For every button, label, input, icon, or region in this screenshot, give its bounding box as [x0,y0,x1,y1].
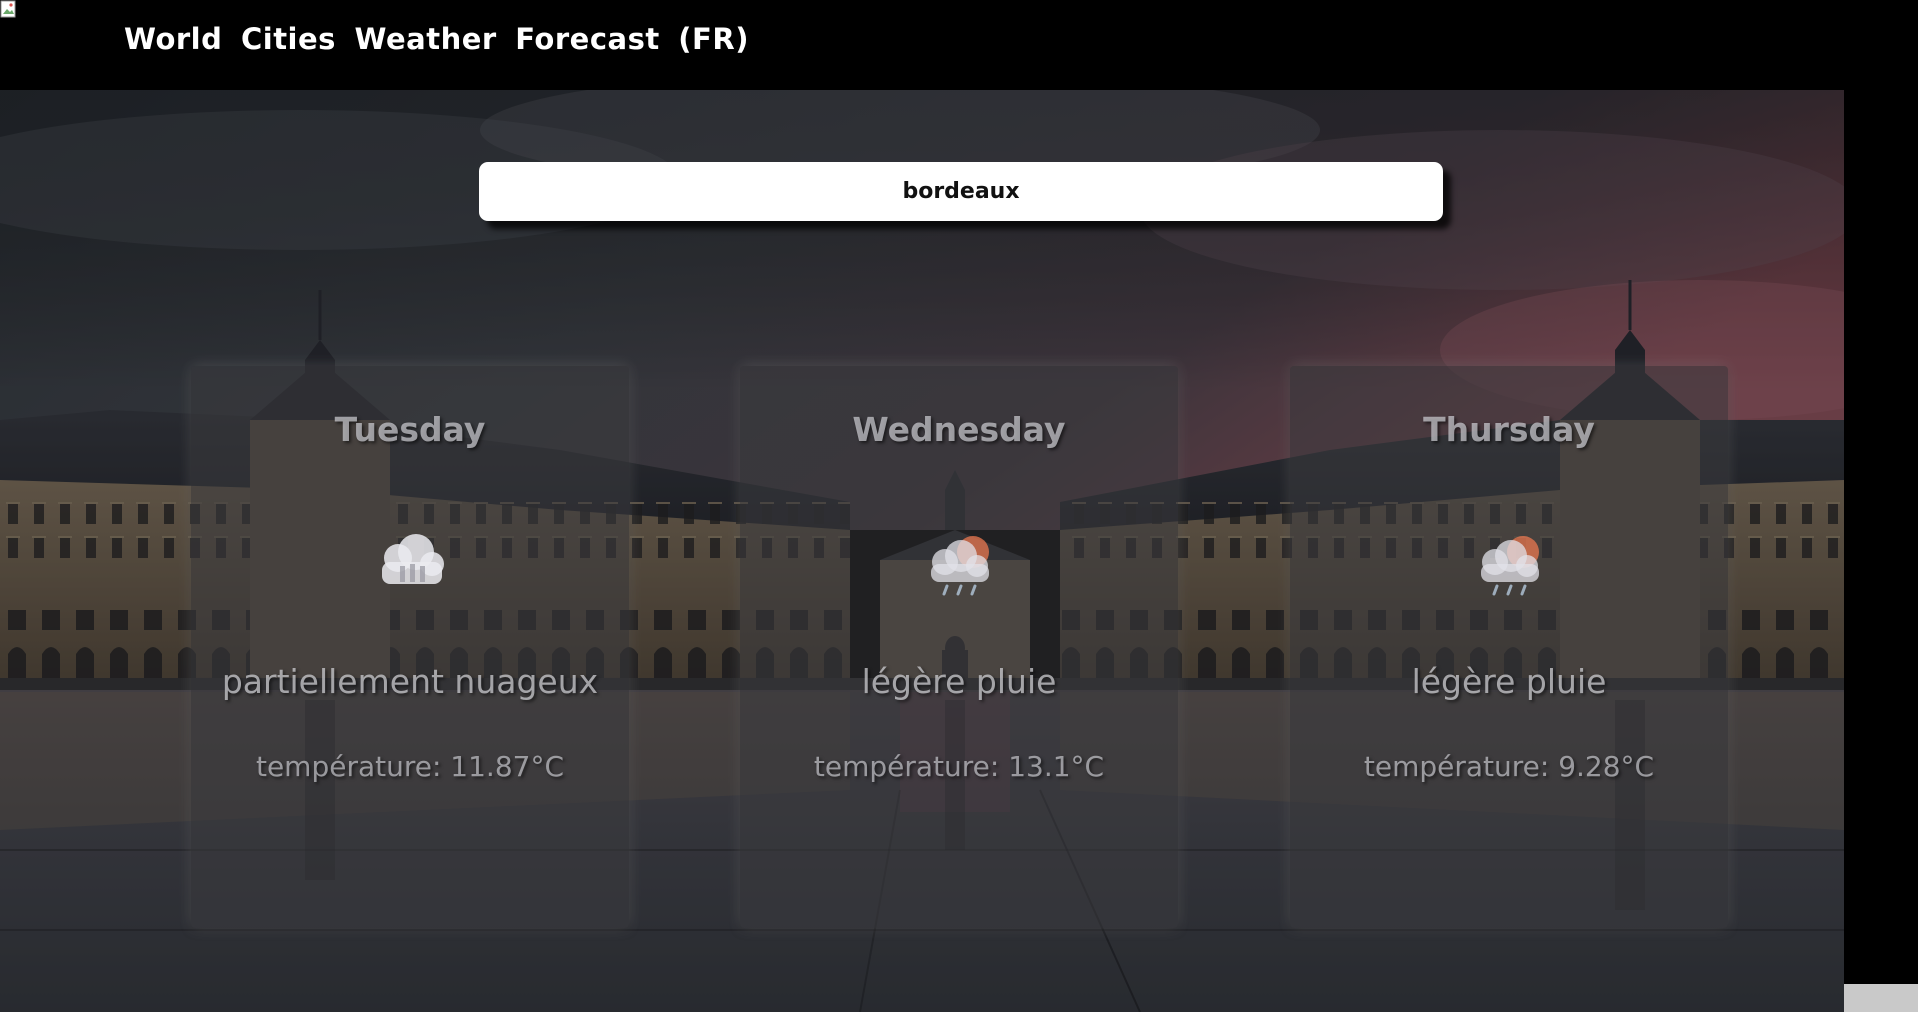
forecast-card-thursday: Thursday légère pluie température: 9.28°… [1290,366,1728,928]
partly-cloudy-icon [360,526,460,596]
forecast-temperature: température: 13.1°C [813,750,1105,783]
forecast-description: légère pluie [861,662,1057,701]
forecast-temperature: température: 11.87°C [255,750,565,783]
light-rain-icon [1459,526,1559,596]
forecast-temperature: température: 9.28°C [1363,750,1655,783]
forecast-description: légère pluie [1411,662,1607,701]
forecast-day: Thursday [1423,410,1595,449]
broken-image-icon [0,0,18,20]
app-title: World Cities Weather Forecast (FR) [124,22,749,56]
forecast-card-wednesday: Wednesday légère pluie température: 13.1… [740,366,1178,928]
city-search-input[interactable] [479,161,1443,222]
forecast-card-tuesday: Tuesday partiellement nuageux températur… [191,366,629,928]
forecast-day: Wednesday [852,410,1066,449]
forecast-day: Tuesday [334,410,486,449]
city-search-box[interactable] [479,161,1443,222]
page-gutter [1844,90,1918,1012]
scrollbar-thumb[interactable] [1844,984,1918,1012]
app-page: World Cities Weather Forecast (FR) borde… [0,0,1918,1012]
header-bar: World Cities Weather Forecast (FR) [0,0,1918,90]
forecast-description: partiellement nuageux [221,662,599,701]
light-rain-icon [909,526,1009,596]
